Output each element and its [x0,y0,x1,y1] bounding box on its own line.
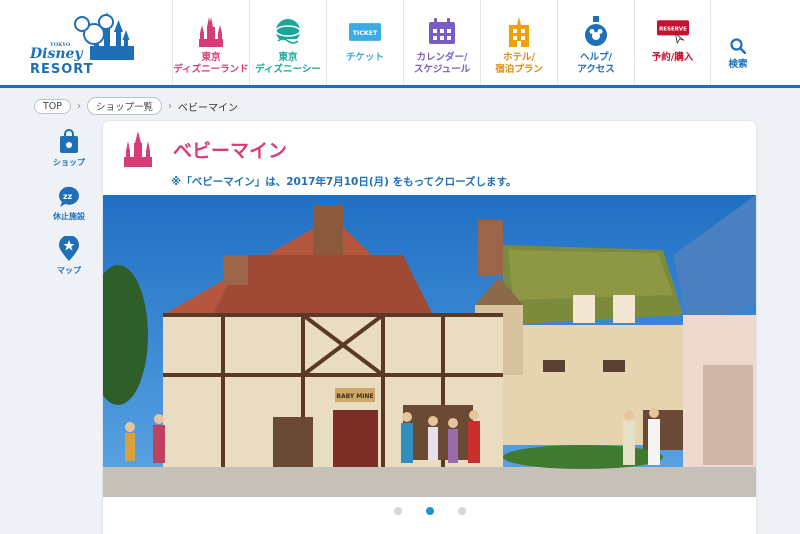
nav-label: チケット [345,52,384,63]
breadcrumb: TOP › ショップ一覧 › ベビーマイン [34,97,238,115]
side-nav-label: マップ [57,266,81,275]
nav-label: ヘルプ/ アクセス [577,52,615,75]
nav-label: 東京 ディズニーランド [173,52,249,75]
logo-disney-text: Disney [29,46,83,62]
chevron-right-icon: › [168,100,173,112]
hotel-icon [503,16,535,48]
chevron-right-icon: › [77,100,82,112]
nav-calendar[interactable]: カレンダー/ スケジュール [403,0,480,85]
search-button[interactable]: 検索 [708,0,768,85]
reserve-badge-text: RESERVE [659,26,687,32]
help-icon [580,16,612,48]
side-nav-label: 休止施設 [53,212,85,221]
shop-detail-card: ベビーマイン ※「ベビーマイン」は、2017年7月10日(月) をもってクローズ… [103,121,756,534]
side-nav-closed-facilities[interactable]: zz 休止施設 [44,182,94,222]
nav-help-access[interactable]: ヘルプ/ アクセス [557,0,634,85]
castle-icon [124,131,152,167]
site-header: TOKYO Disney RESORT 東京 ディズニーランド 東京 ディズニー… [0,0,800,88]
title-row: ベビーマイン [123,131,287,167]
nav-label: 予約/購入 [651,52,694,63]
svg-text:zz: zz [63,192,73,201]
search-icon [730,38,746,54]
reserve-icon: RESERVE [656,16,689,48]
shop-sign-text: BABY MINE [336,393,373,400]
side-nav-shop[interactable]: ショップ [44,128,94,168]
nav-label: 東京 ディズニーシー [255,52,321,75]
carousel-dot-active[interactable] [425,507,434,515]
shopping-bag-icon [60,129,78,153]
nav-ticket[interactable]: TICKET チケット [326,0,403,85]
ticket-badge-text: TICKET [353,30,378,37]
calendar-icon [426,16,458,48]
ticket-icon: TICKET [349,16,381,48]
logo-resort-text: RESORT [30,62,94,77]
tokyo-disney-resort-logo[interactable]: TOKYO Disney RESORT [24,10,164,80]
search-label: 検索 [728,59,748,70]
side-nav: ショップ zz 休止施設 マップ [44,128,94,290]
global-nav: 東京 ディズニーランド 東京 ディズニーシー TICKET チケット カレンダー… [172,0,711,88]
breadcrumb-top[interactable]: TOP [34,98,72,114]
sleep-icon: zz [58,186,79,207]
carousel-pagination [103,507,756,515]
nav-tokyo-disneyland[interactable]: 東京 ディズニーランド [172,0,249,85]
nav-tokyo-disneysea[interactable]: 東京 ディズニーシー [249,0,326,85]
globe-icon [272,16,304,48]
closure-notice: ※「ベビーマイン」は、2017年7月10日(月) をもってクローズします。 [171,176,517,188]
breadcrumb-shop-list[interactable]: ショップ一覧 [87,97,163,115]
nav-label: カレンダー/ スケジュール [413,52,471,75]
map-pin-icon [59,236,79,261]
side-nav-map[interactable]: マップ [44,236,94,276]
carousel-dot[interactable] [393,507,402,515]
nav-hotel[interactable]: ホテル/ 宿泊プラン [480,0,557,85]
carousel-dot[interactable] [457,507,466,515]
breadcrumb-current: ベビーマイン [178,102,239,114]
page-title: ベビーマイン [173,139,288,162]
hero-carousel-image[interactable]: BABY MINE [103,195,756,497]
nav-reserve-purchase[interactable]: RESERVE 予約/購入 [634,0,711,85]
side-nav-label: ショップ [53,158,85,167]
nav-label: ホテル/ 宿泊プラン [495,52,543,75]
castle-icon [195,16,227,48]
